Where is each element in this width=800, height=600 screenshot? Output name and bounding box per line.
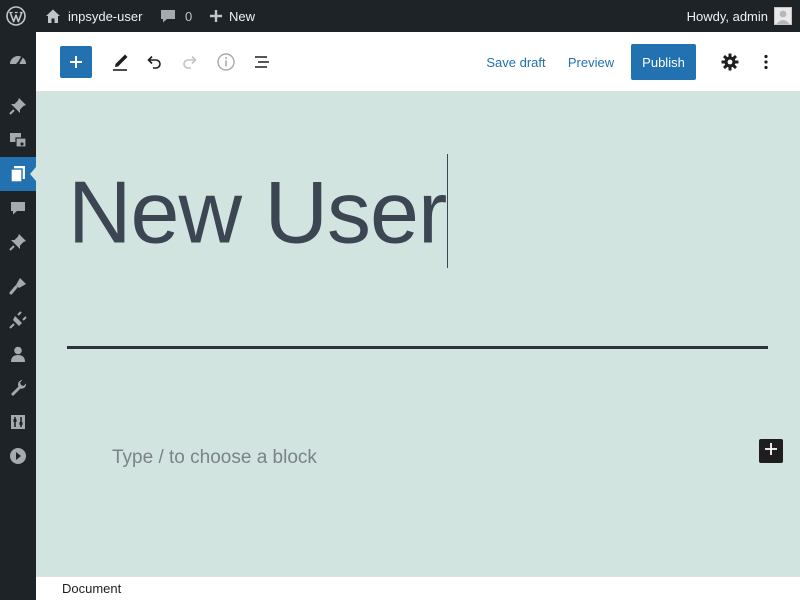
settings-icon[interactable] (0, 405, 36, 439)
tools-pencil-icon[interactable] (104, 44, 136, 80)
site-name-link[interactable]: inpsyde-user (44, 0, 142, 32)
plus-icon (209, 9, 223, 23)
custom-post-icon[interactable] (0, 225, 36, 259)
save-draft-button[interactable]: Save draft (482, 44, 550, 80)
more-options-icon[interactable] (750, 44, 782, 80)
tools-icon[interactable] (0, 371, 36, 405)
home-icon (44, 7, 62, 25)
details-info-icon[interactable] (210, 44, 242, 80)
comments-icon[interactable] (0, 191, 36, 225)
new-label: New (229, 8, 256, 24)
wordpress-logo-icon[interactable] (6, 0, 26, 32)
block-inserter-button[interactable] (60, 46, 92, 78)
comment-count: 0 (185, 8, 193, 24)
plugins-icon[interactable] (0, 303, 36, 337)
publish-button[interactable]: Publish (631, 44, 696, 80)
plus-icon (764, 442, 778, 461)
preview-button[interactable]: Preview (562, 44, 620, 80)
comment-bubble-icon (159, 7, 177, 25)
post-title[interactable]: New User (68, 154, 449, 276)
block-placeholder[interactable]: Type / to choose a block (112, 447, 317, 469)
posts-icon[interactable] (0, 89, 36, 123)
list-view-icon[interactable] (246, 44, 278, 80)
dashboard-icon[interactable] (0, 43, 36, 77)
appearance-icon[interactable] (0, 269, 36, 303)
breadcrumb[interactable]: Document (62, 581, 121, 596)
pages-icon[interactable] (0, 157, 36, 191)
add-block-button[interactable] (759, 439, 783, 463)
editor-footer: Document (36, 576, 800, 600)
editor-toolbar: Save draft Preview Publish (36, 32, 800, 92)
site-name: inpsyde-user (68, 8, 143, 24)
admin-bar: inpsyde-user 0 New Howdy, admin (0, 0, 800, 32)
editor-canvas: New User Type / to choose a block (36, 92, 800, 576)
undo-icon[interactable] (138, 44, 170, 80)
howdy-greeting: Howdy, admin (686, 8, 768, 24)
separator-block[interactable] (67, 346, 768, 349)
comments-link[interactable]: 0 (159, 0, 192, 32)
account-menu[interactable]: Howdy, admin (687, 0, 792, 32)
media-icon[interactable] (0, 123, 36, 157)
redo-icon[interactable] (174, 44, 206, 80)
admin-sidebar (0, 32, 36, 600)
post-title-text: New User (68, 162, 447, 262)
users-icon[interactable] (0, 337, 36, 371)
collapse-menu-icon[interactable] (0, 439, 36, 473)
avatar (774, 7, 792, 25)
text-caret (447, 154, 449, 268)
new-content-link[interactable]: New (209, 0, 255, 32)
settings-gear-icon[interactable] (714, 44, 746, 80)
